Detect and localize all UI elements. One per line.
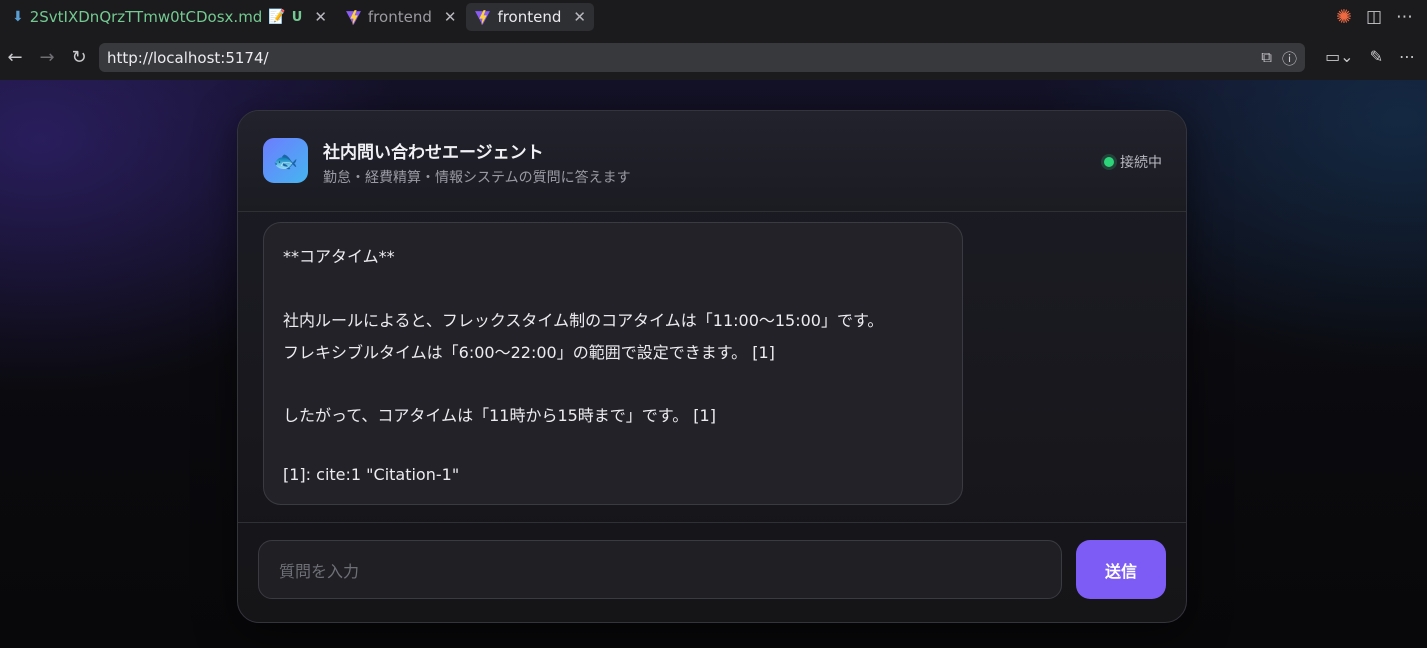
- copy-icon[interactable]: ⧉: [1261, 48, 1272, 69]
- tab-label: frontend: [497, 8, 562, 26]
- composer: 質問を入力 送信: [238, 522, 1186, 622]
- message-line: **コアタイム**: [283, 247, 395, 266]
- reload-icon[interactable]: ↻: [68, 47, 90, 68]
- message-line: フレキシブルタイムは「6:00〜22:00」の範囲で設定できます。 [1]: [283, 343, 775, 362]
- more-icon[interactable]: ⋯: [1396, 7, 1413, 27]
- window-controls: ✺ ◫ ⋯: [1336, 6, 1413, 28]
- vite-icon: [475, 9, 491, 25]
- status-dot-icon: [1104, 157, 1114, 167]
- chat-subtitle: 勤怠・経費精算・情報システムの質問に答えます: [323, 170, 631, 186]
- more-icon[interactable]: ⋯: [1399, 47, 1415, 66]
- message-list: **コアタイム** 社内ルールによると、フレックスタイム制のコアタイムは「11:…: [238, 212, 1186, 522]
- send-button[interactable]: 送信: [1076, 540, 1166, 599]
- edit-note-icon: 📝: [268, 9, 286, 25]
- fish-icon: 🐟: [263, 138, 308, 183]
- sparkle-icon[interactable]: ✺: [1336, 6, 1352, 28]
- close-icon[interactable]: ✕: [573, 8, 586, 26]
- download-arrow-icon: ⬇: [12, 9, 24, 25]
- vite-icon: [345, 9, 361, 25]
- message-line: 社内ルールによると、フレックスタイム制のコアタイムは「11:00〜15:00」で…: [283, 311, 884, 330]
- tab-label: 2SvtIXDnQrzTTmw0tCDosx.md: [29, 8, 263, 26]
- tab-markdown-file[interactable]: ⬇ 2SvtIXDnQrzTTmw0tCDosx.md 📝 U ✕: [4, 3, 335, 31]
- status-label: 接続中: [1120, 155, 1162, 171]
- message-line: [1]: cite:1 "Citation-1": [283, 465, 460, 484]
- tab-frontend-1[interactable]: frontend ✕: [337, 3, 465, 31]
- info-icon[interactable]: ⓘ: [1282, 48, 1297, 69]
- tab-frontend-2[interactable]: frontend ✕: [466, 3, 594, 31]
- message-line: したがって、コアタイムは「11時から15時まで」です。 [1]: [283, 406, 716, 425]
- back-icon[interactable]: ←: [4, 47, 26, 68]
- close-icon[interactable]: ✕: [444, 8, 457, 26]
- tab-label: frontend: [367, 8, 432, 26]
- chat-card: 🐟 社内問い合わせエージェント 勤怠・経費精算・情報システムの質問に答えます 接…: [237, 110, 1187, 623]
- forward-icon[interactable]: →: [36, 47, 58, 68]
- address-bar[interactable]: http://localhost:5174/ ⧉ ⓘ: [99, 43, 1305, 72]
- browser-toolbar: ← → ↻ http://localhost:5174/ ⧉ ⓘ ▭⌄ ✎ ⋯: [0, 34, 1427, 80]
- status-badge: 接続中: [1104, 152, 1162, 172]
- question-input[interactable]: 質問を入力: [258, 540, 1062, 599]
- browser-tab-bar: ⬇ 2SvtIXDnQrzTTmw0tCDosx.md 📝 U ✕ fronte…: [0, 0, 1427, 34]
- chat-header: 🐟 社内問い合わせエージェント 勤怠・経費精算・情報システムの質問に答えます 接…: [238, 111, 1186, 212]
- modified-badge: U: [291, 9, 303, 25]
- split-view-icon[interactable]: ◫: [1366, 7, 1382, 27]
- edit-icon[interactable]: ✎: [1370, 47, 1383, 66]
- close-icon[interactable]: ✕: [314, 8, 327, 26]
- chat-title: 社内問い合わせエージェント: [323, 143, 544, 163]
- url-text: http://localhost:5174/: [107, 48, 269, 67]
- assistant-message: **コアタイム** 社内ルールによると、フレックスタイム制のコアタイムは「11:…: [263, 222, 963, 505]
- cast-icon[interactable]: ▭⌄: [1325, 47, 1354, 66]
- input-placeholder: 質問を入力: [279, 561, 360, 581]
- page-background: 🐟 社内問い合わせエージェント 勤怠・経費精算・情報システムの質問に答えます 接…: [0, 80, 1427, 648]
